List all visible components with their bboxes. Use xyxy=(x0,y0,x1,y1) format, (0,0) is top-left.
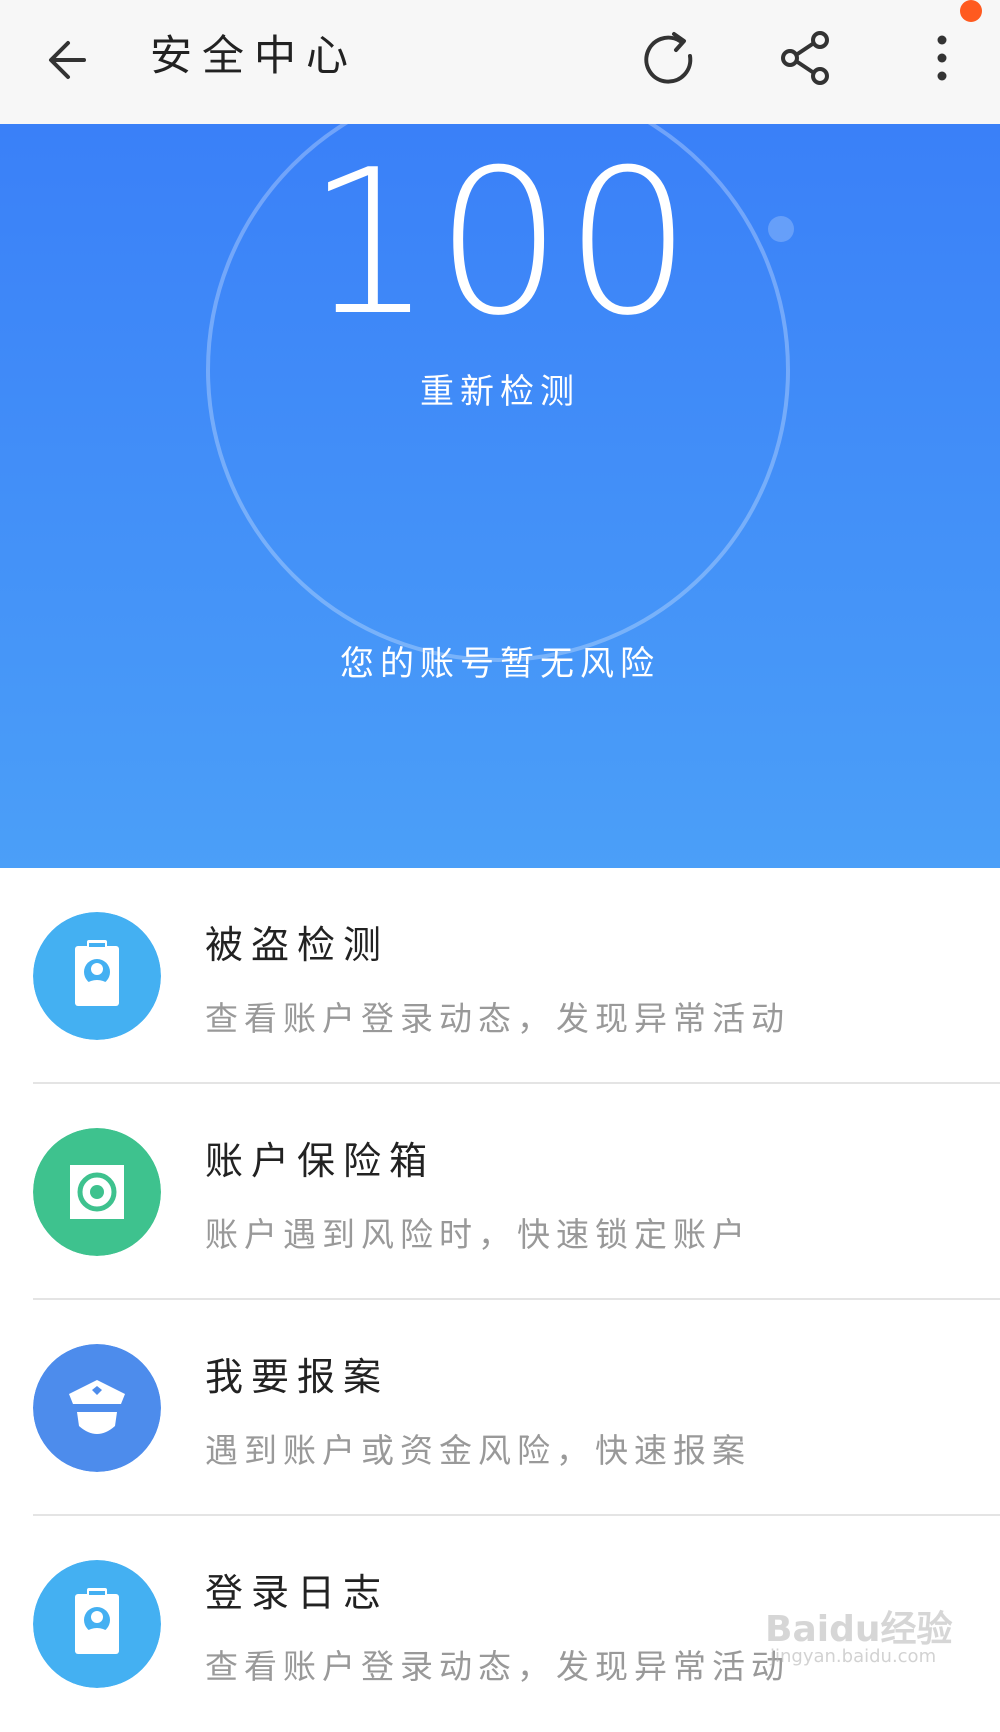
item-description: 账户遇到风险时，快速锁定账户 xyxy=(205,1215,751,1254)
top-app-bar: 安全中心 xyxy=(0,0,1000,124)
police-icon xyxy=(33,1344,161,1472)
list-item-account-safe[interactable]: 账户保险箱 账户遇到风险时，快速锁定账户 xyxy=(0,1084,1000,1300)
notification-dot xyxy=(960,0,982,22)
list-item-theft-detection[interactable]: 被盗检测 查看账户登录动态，发现异常活动 xyxy=(0,868,1000,1084)
item-title: 登录日志 xyxy=(205,1571,390,1615)
safe-box-icon xyxy=(33,1128,161,1256)
account-status-text: 您的账号暂无风险 xyxy=(340,644,660,684)
page-title: 安全中心 xyxy=(150,31,359,80)
id-badge-icon xyxy=(33,912,161,1040)
recheck-button[interactable]: 重新检测 xyxy=(0,364,1000,413)
item-title: 我要报案 xyxy=(205,1355,390,1399)
item-title: 账户保险箱 xyxy=(205,1139,436,1183)
refresh-icon[interactable] xyxy=(640,30,700,90)
id-badge-icon xyxy=(33,1560,161,1688)
security-score: 100 xyxy=(306,127,694,360)
item-title: 被盗检测 xyxy=(205,923,390,967)
share-icon[interactable] xyxy=(776,28,836,88)
watermark-logo: Baidu经验 xyxy=(765,1609,953,1650)
back-arrow-icon[interactable] xyxy=(40,30,100,90)
security-score-panel: 100 重新检测 您的账号暂无风险 xyxy=(0,124,1000,868)
watermark-url: jingyan.baidu.com xyxy=(770,1646,937,1667)
more-vertical-icon[interactable] xyxy=(922,28,962,88)
item-description: 遇到账户或资金风险，快速报案 xyxy=(205,1431,751,1470)
item-description: 查看账户登录动态，发现异常活动 xyxy=(205,1647,790,1686)
list-item-report-case[interactable]: 我要报案 遇到账户或资金风险，快速报案 xyxy=(0,1300,1000,1516)
item-description: 查看账户登录动态，发现异常活动 xyxy=(205,999,790,1038)
